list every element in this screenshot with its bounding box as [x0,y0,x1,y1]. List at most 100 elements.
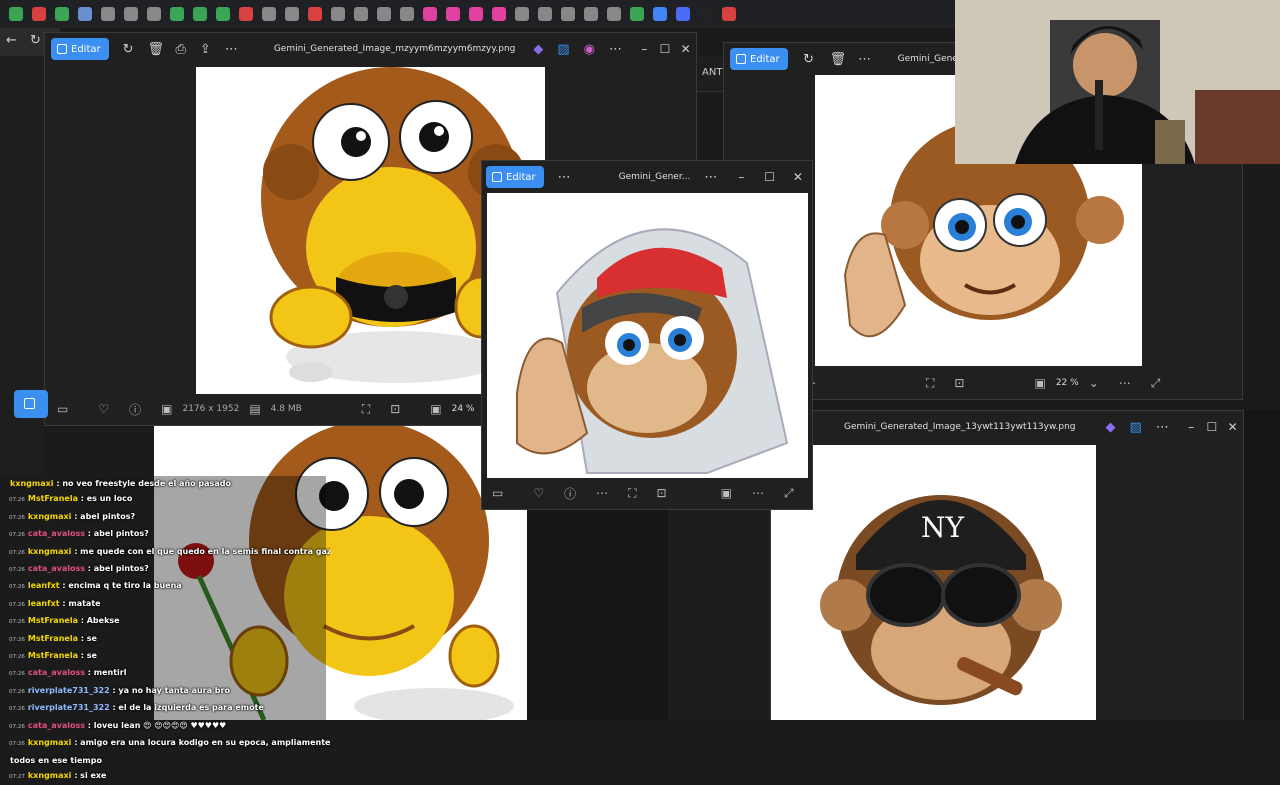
browser-tab-favicon[interactable] [147,7,161,21]
browser-tab-favicon[interactable] [722,7,736,21]
expand-icon[interactable]: ⤢ [784,486,794,501]
rotate-icon[interactable]: ↻ [123,42,134,57]
more-icon[interactable]: ⋯ [596,486,608,500]
chat-username[interactable]: kxngmaxi [28,738,72,747]
zoom-level[interactable]: 22 % [1056,378,1079,388]
browser-tab-favicon[interactable] [262,7,276,21]
expand-icon[interactable]: ⤢ [1151,376,1161,391]
info-icon[interactable]: ⓘ [129,401,141,418]
actual-size-icon[interactable]: ⊡ [390,402,400,416]
designer-icon[interactable]: ▨ [557,42,569,57]
browser-tab-favicon[interactable] [538,7,552,21]
zoom-fit-icon[interactable]: ▣ [430,402,441,416]
fit-screen-icon[interactable]: ⛶ [926,376,934,391]
browser-tab-favicon[interactable] [101,7,115,21]
delete-icon[interactable]: 🗑 [148,42,165,57]
browser-tab-favicon[interactable] [308,7,322,21]
maximize-button[interactable]: ☐ [655,42,676,56]
chat-username[interactable]: riverplate731_322 [28,686,110,695]
reload-icon[interactable]: ↻ [30,33,41,48]
chat-username[interactable]: MstFranela [28,651,78,660]
maximize-button[interactable]: ☐ [1202,420,1223,434]
browser-tab-favicon[interactable] [170,7,184,21]
more-icon[interactable]: ⋯ [558,170,571,185]
browser-tab-favicon[interactable] [216,7,230,21]
browser-tab-favicon[interactable] [354,7,368,21]
delete-icon[interactable]: 🗑 [830,52,847,67]
maximize-button[interactable]: ☐ [756,170,784,184]
browser-tab-favicon[interactable] [239,7,253,21]
zoom-level[interactable]: 24 % [452,404,475,414]
minimize-button[interactable]: – [1181,420,1202,434]
chat-username[interactable]: MstFranela [28,616,78,625]
browser-tab-favicon[interactable] [699,7,713,21]
zoom-fit-icon[interactable]: ▣ [721,486,732,500]
minimize-button[interactable]: – [727,170,755,184]
chat-username[interactable]: kxngmaxi [28,512,72,521]
chat-username[interactable]: cata_avaloss [28,529,85,538]
favorite-icon[interactable]: ♡ [98,402,109,416]
favorite-icon[interactable]: ♡ [533,486,544,500]
more-options-icon[interactable]: ⋯ [752,486,764,500]
share-icon[interactable]: ⇪ [200,42,211,57]
browser-tab-favicon[interactable] [676,7,690,21]
chat-username[interactable]: leanfxt [28,599,60,608]
browser-tab-favicon[interactable] [400,7,414,21]
browser-tab-favicon[interactable] [423,7,437,21]
browser-tab-favicon[interactable] [377,7,391,21]
more-icon[interactable]: ⋯ [858,52,872,67]
edit-button[interactable]: Editar [51,38,109,60]
browser-tab-favicon[interactable] [492,7,506,21]
browser-tab-favicon[interactable] [193,7,207,21]
actual-size-icon[interactable]: ⊡ [954,376,964,390]
chat-username[interactable]: cata_avaloss [28,668,85,677]
more-icon[interactable]: ⋯ [225,42,238,57]
chat-username[interactable]: kxngmaxi [28,547,72,556]
chat-username[interactable]: kxngmaxi [28,771,72,780]
more-options-icon[interactable]: ⋯ [1119,376,1131,390]
clipchamp-icon[interactable]: ◉ [584,42,595,57]
chat-username[interactable]: MstFranela [28,494,78,503]
browser-tab-favicon[interactable] [285,7,299,21]
print-icon[interactable]: ⎙ [176,42,186,57]
copilot-icon[interactable]: ◆ [533,42,543,57]
chat-username[interactable]: cata_avaloss [28,564,85,573]
edit-button[interactable]: Editar [486,166,544,188]
browser-tab-favicon[interactable] [630,7,644,21]
browser-tab-favicon[interactable] [469,7,483,21]
browser-tab-favicon[interactable] [584,7,598,21]
browser-tab-favicon[interactable] [32,7,46,21]
chat-username[interactable]: riverplate731_322 [28,703,110,712]
zoom-fit-icon[interactable]: ▣ [1034,376,1045,390]
close-button[interactable]: ✕ [675,42,696,56]
actual-size-icon[interactable]: ⊡ [657,486,667,500]
filmstrip-icon[interactable]: ▭ [492,486,503,500]
edit-button-partial[interactable] [14,390,48,418]
chevron-down-icon[interactable]: ⌄ [1089,376,1099,390]
info-icon[interactable]: ⓘ [564,485,576,502]
chat-username[interactable]: kxngmaxi [10,479,54,488]
minimize-button[interactable]: – [634,42,655,56]
browser-tab-favicon[interactable] [55,7,69,21]
browser-tab-favicon[interactable] [607,7,621,21]
browser-tab-favicon[interactable] [331,7,345,21]
edit-button[interactable]: Editar [730,48,788,70]
close-button[interactable]: ✕ [1222,420,1243,434]
browser-tab-favicon[interactable] [653,7,667,21]
browser-tab-favicon[interactable] [124,7,138,21]
fit-screen-icon[interactable]: ⛶ [628,486,636,501]
more-options-icon[interactable]: ⋯ [704,170,717,185]
more-options-icon[interactable]: ⋯ [609,42,622,57]
browser-tab-favicon[interactable] [446,7,460,21]
chat-username[interactable]: MstFranela [28,634,78,643]
fit-screen-icon[interactable]: ⛶ [362,402,370,417]
chat-username[interactable]: leanfxt [28,581,60,590]
browser-tab-favicon[interactable] [9,7,23,21]
rotate-icon[interactable]: ↻ [802,52,816,67]
more-options-icon[interactable]: ⋯ [1156,420,1169,435]
close-button[interactable]: ✕ [784,170,812,184]
copilot-icon[interactable]: ◆ [1106,420,1116,435]
arrow-left-icon[interactable]: ← [6,33,17,48]
filmstrip-icon[interactable]: ▭ [57,402,68,416]
browser-tab-favicon[interactable] [561,7,575,21]
